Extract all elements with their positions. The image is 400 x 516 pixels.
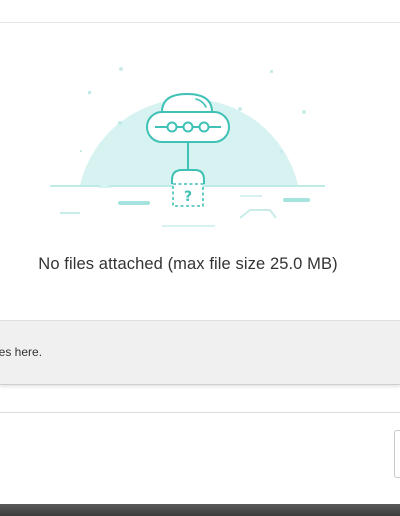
ufo-empty-state-icon: ?	[50, 67, 325, 227]
footer-action-button[interactable]	[394, 430, 400, 478]
footer-bar	[0, 504, 400, 516]
bottom-divider	[0, 412, 400, 413]
svg-text:?: ?	[184, 189, 192, 205]
attachments-panel: ? No files attached (max file size 25.0 …	[0, 0, 400, 516]
file-drop-zone[interactable]: files here.	[0, 320, 400, 385]
top-divider	[0, 22, 400, 23]
no-files-message: No files attached (max file size 25.0 MB…	[38, 255, 338, 273]
drop-zone-label: files here.	[0, 345, 43, 359]
